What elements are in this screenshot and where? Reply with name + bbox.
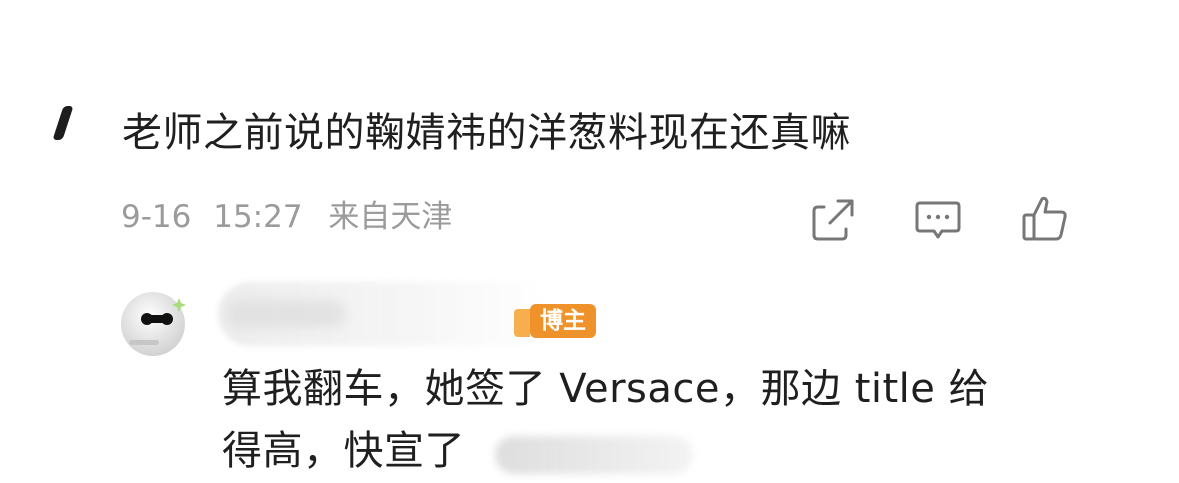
- redacted-username[interactable]: [218, 282, 550, 346]
- share-icon[interactable]: [808, 193, 860, 245]
- comment-meta-row: 9-16 15:27 来自天津: [121, 194, 452, 240]
- left-crop-fragment: [52, 106, 74, 140]
- watermark: [960, 430, 1160, 464]
- thumbs-up-icon[interactable]: [1018, 193, 1070, 245]
- comment-text: 老师之前说的鞠婧祎的洋葱料现在还真嘛: [122, 110, 851, 156]
- comment-date: 9-16: [121, 199, 192, 235]
- sparkle-icon: [172, 298, 186, 312]
- avatar-scribble: [129, 340, 159, 345]
- comment-time: 15:27: [213, 199, 303, 235]
- redacted-text: [495, 436, 693, 474]
- comment-icon[interactable]: [912, 193, 964, 245]
- blogger-badge: 博主: [530, 304, 596, 338]
- badge-prefix-fragment: [514, 309, 530, 337]
- reply-line-1: 算我翻车，她签了 Versace，那边 title 给: [222, 366, 990, 412]
- comment-location: 来自天津: [328, 199, 453, 235]
- avatar-glasses: [141, 313, 173, 325]
